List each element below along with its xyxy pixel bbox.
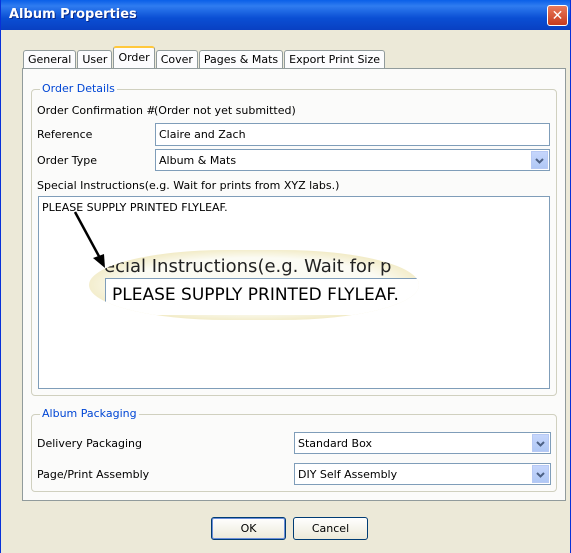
magnified-label-text: ecial Instructions(e.g. Wait for p	[104, 256, 392, 277]
window-title: Album Properties	[9, 7, 137, 22]
delivery-packaging-value: Standard Box	[298, 437, 372, 450]
order-type-label: Order Type	[37, 154, 98, 167]
title-bar[interactable]: Album Properties ✕	[1, 0, 570, 30]
delivery-packaging-label: Delivery Packaging	[37, 437, 142, 450]
reference-input[interactable]: Claire and Zach	[155, 123, 550, 146]
page-print-assembly-label: Page/Print Assembly	[37, 468, 150, 481]
tab-export-print-size[interactable]: Export Print Size	[284, 50, 386, 68]
order-type-value: Album & Mats	[159, 154, 237, 167]
magnified-textarea: PLEASE SUPPLY PRINTED FLYLEAF.	[105, 278, 419, 315]
cancel-button[interactable]: Cancel	[293, 517, 368, 540]
magnified-value-text: PLEASE SUPPLY PRINTED FLYLEAF.	[112, 285, 399, 305]
chevron-down-icon[interactable]	[532, 465, 549, 483]
tab-strip: General User Order Cover Pages & Mats Ex…	[23, 46, 386, 68]
tab-user[interactable]: User	[77, 50, 113, 68]
tab-order[interactable]: Order	[113, 46, 155, 68]
page-print-assembly-select[interactable]: DIY Self Assembly	[294, 463, 551, 485]
order-confirmation-label: Order Confirmation #	[37, 104, 156, 117]
page-print-assembly-value: DIY Self Assembly	[298, 468, 398, 481]
order-confirmation-value: (Order not yet submitted)	[154, 104, 296, 117]
special-instructions-text: PLEASE SUPPLY PRINTED FLYLEAF.	[42, 201, 228, 214]
magnified-callout: ecial Instructions(e.g. Wait for p PLEAS…	[89, 250, 419, 320]
order-details-legend: Order Details	[40, 82, 117, 95]
tab-general[interactable]: General	[23, 50, 77, 68]
album-packaging-legend: Album Packaging	[40, 407, 139, 420]
reference-label: Reference	[37, 128, 93, 141]
album-properties-window: Album Properties ✕ General User Order Co…	[0, 0, 571, 553]
tab-cover[interactable]: Cover	[155, 50, 198, 68]
close-icon[interactable]: ✕	[547, 5, 568, 26]
special-instructions-label: Special Instructions(e.g. Wait for print…	[37, 179, 340, 192]
chevron-down-icon[interactable]	[531, 151, 548, 169]
tab-pages-mats[interactable]: Pages & Mats	[198, 50, 284, 68]
arrow-icon	[73, 211, 105, 268]
order-type-select[interactable]: Album & Mats	[155, 149, 550, 171]
delivery-packaging-select[interactable]: Standard Box	[294, 432, 551, 454]
chevron-down-icon[interactable]	[532, 434, 549, 452]
ok-button[interactable]: OK	[211, 517, 286, 540]
